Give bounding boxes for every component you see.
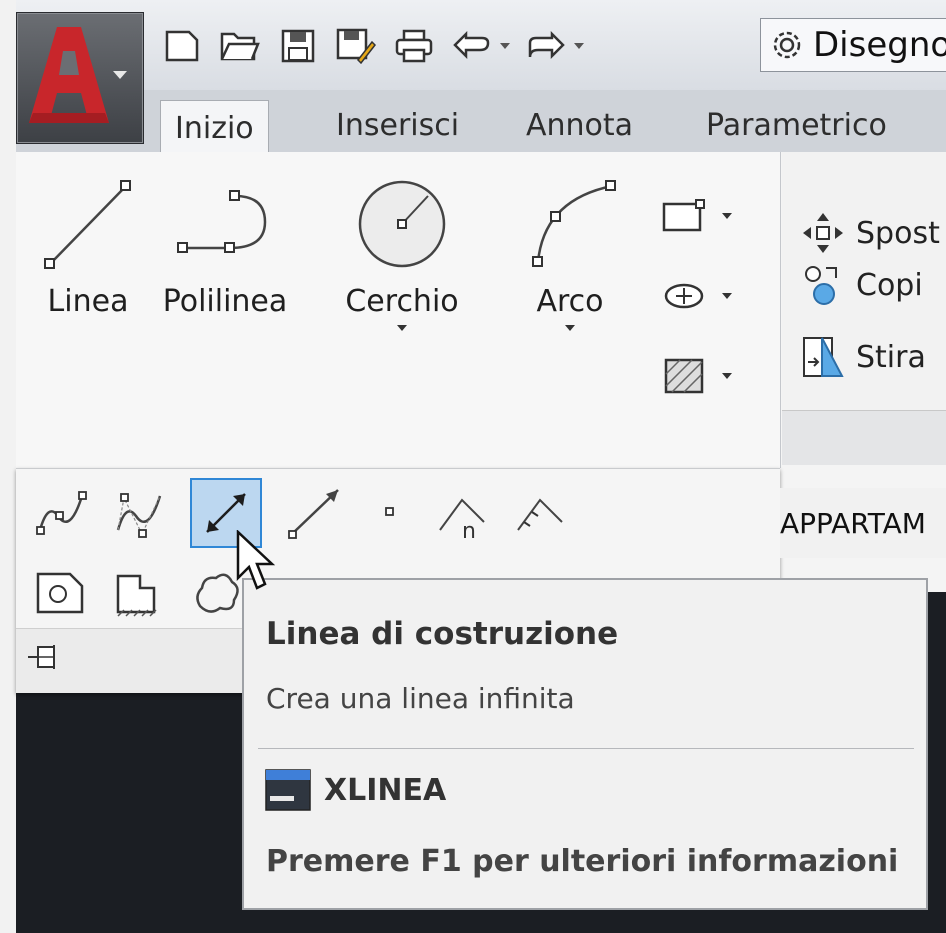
expanded-tools-row-1: n [34,478,566,548]
command-line-icon [265,769,311,811]
chevron-down-icon[interactable] [722,293,732,299]
line-tool-label: Linea [47,284,129,319]
chevron-down-icon [113,71,127,79]
move-tool-button[interactable]: Spost [800,210,940,256]
polyline-icon [177,190,267,253]
stretch-icon [803,337,844,377]
plot-button[interactable] [392,24,436,68]
undo-dropdown-icon[interactable] [500,43,510,49]
tab-parametrico[interactable]: Parametrico [706,98,887,152]
arc-icon [532,180,616,267]
modify-panel-title-bar[interactable] [782,410,946,465]
polyline-tool-button[interactable]: Polilinea [155,176,295,319]
tab-annota[interactable]: Annota [526,98,633,152]
gear-icon [773,31,801,59]
quick-access-toolbar [160,18,584,74]
spline-cv-icon[interactable] [112,478,166,548]
autocad-logo-icon [29,27,109,123]
autocad-window: Disegno Inizio Inserisci Annota Parametr… [0,0,946,933]
tab-label: Annota [526,107,634,143]
new-icon [165,30,199,62]
line-tool-button[interactable]: Linea [42,176,134,319]
move-icon [803,213,843,253]
measure-icon[interactable] [512,478,566,548]
copy-tool-button[interactable]: Copi [800,262,923,308]
undo-icon [453,31,490,60]
pin-icon[interactable] [26,641,66,677]
region-icon[interactable] [34,566,86,620]
circle-tool-label: Cerchio [345,284,459,319]
tooltip-command: XLINEA [264,768,446,812]
tab-label: Inserisci [336,107,460,143]
spline-fit-icon[interactable] [34,478,88,548]
copy-tool-label: Copi [856,267,923,303]
chevron-down-icon[interactable] [722,213,732,219]
mouse-cursor-icon [236,530,276,590]
ellipse-tool-button[interactable] [660,256,732,336]
chevron-down-icon[interactable] [565,325,575,331]
chevron-down-icon[interactable] [722,373,732,379]
stretch-tool-label: Stira [856,339,926,375]
printer-icon [395,29,433,63]
workspace-label: Disegno [813,25,946,65]
arc-tool-button[interactable]: Arco [520,176,620,331]
save-button[interactable] [276,24,320,68]
circle-tool-button[interactable]: Cerchio [338,176,466,331]
tab-inizio[interactable]: Inizio [160,100,269,155]
tooltip-divider [258,748,914,749]
move-tool-label: Spost [856,215,940,251]
chevron-down-icon[interactable] [397,325,407,331]
arc-tool-label: Arco [536,284,604,319]
open-button[interactable] [218,24,262,68]
hatch-tool-button[interactable] [660,336,732,416]
redo-button[interactable] [524,24,568,68]
file-tab-label: APPARTAM [780,506,926,540]
application-menu-button[interactable] [16,12,144,144]
save-as-icon [336,28,376,64]
rectangle-tool-button[interactable] [660,176,732,256]
tab-inserisci[interactable]: Inserisci [336,98,459,152]
tab-label: Parametrico [706,107,887,143]
drawing-file-tab[interactable]: APPARTAM [780,488,946,558]
polyline-tool-label: Polilinea [162,284,288,319]
tooltip-description: Crea una linea infinita [266,682,575,715]
draw-small-tools [660,176,732,416]
workspace-selector[interactable]: Disegno [760,18,946,72]
hatch-icon [664,358,704,394]
tooltip: Linea di costruzione Crea una linea infi… [242,578,928,910]
point-icon[interactable] [370,478,410,548]
ellipse-icon [664,283,704,309]
redo-icon [528,31,565,60]
save-as-button[interactable] [334,24,378,68]
window-edge [0,0,16,933]
ray-icon[interactable] [286,478,346,548]
tooltip-help-text: Premere F1 per ulteriori informazioni [266,844,899,879]
divide-icon[interactable]: n [434,478,488,548]
tab-label: Inizio [175,110,254,146]
svg-text:n: n [462,519,476,544]
stretch-tool-button[interactable]: Stira [800,332,926,382]
tooltip-command-name: XLINEA [324,772,447,808]
line-icon [44,180,131,269]
open-icon [220,32,260,61]
redo-dropdown-icon[interactable] [574,43,584,49]
new-button[interactable] [160,24,204,68]
expanded-tools-row-2 [34,566,246,620]
boundary-icon[interactable] [110,566,166,620]
rectangle-icon [662,199,705,232]
save-icon [281,29,315,63]
copy-icon [805,266,837,305]
tooltip-title: Linea di costruzione [266,616,619,652]
circle-icon [358,180,446,268]
undo-button[interactable] [450,24,494,68]
